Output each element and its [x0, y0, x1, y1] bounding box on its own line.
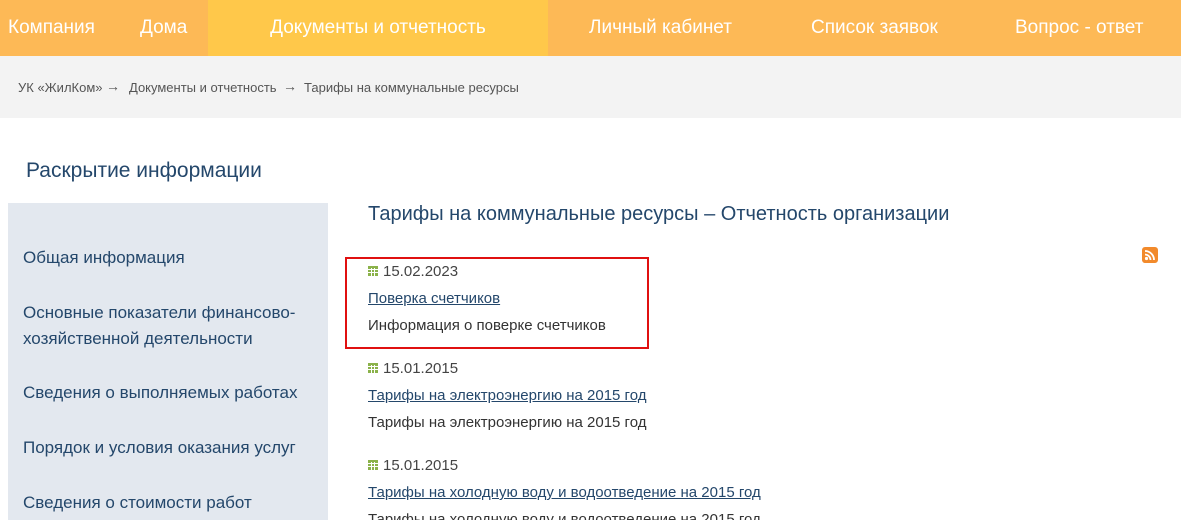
news-title-link[interactable]: Тарифы на холодную воду и водоотведение … — [368, 484, 761, 501]
sidebar-item-financial[interactable]: Основные показатели финансово-хозяйствен… — [23, 300, 315, 352]
news-date: 15.01.2015 — [368, 360, 458, 377]
sidebar-item-works[interactable]: Сведения о выполняемых работах — [23, 380, 313, 406]
breadcrumb-separator: → — [106, 78, 120, 94]
sidebar-item-services[interactable]: Порядок и условия оказания услуг — [23, 435, 313, 461]
sidebar-item-general[interactable]: Общая информация — [23, 245, 313, 271]
news-description: Тарифы на электроэнергию на 2015 год — [368, 414, 647, 431]
news-date-text: 15.02.2023 — [383, 263, 459, 280]
nav-item-houses[interactable]: Дома — [140, 0, 187, 56]
page-title: Тарифы на коммунальные ресурсы – Отчетно… — [368, 203, 950, 225]
top-navigation: Компания Дома Документы и отчетность Лич… — [0, 0, 1181, 56]
calendar-icon — [368, 363, 378, 373]
news-title-link[interactable]: Тарифы на электроэнергию на 2015 год — [368, 387, 646, 404]
breadcrumb-current: Тарифы на коммунальные ресурсы — [304, 80, 519, 95]
calendar-icon — [368, 266, 378, 276]
rss-icon[interactable] — [1142, 247, 1158, 263]
nav-item-requests[interactable]: Список заявок — [811, 0, 938, 56]
nav-item-account[interactable]: Личный кабинет — [589, 0, 732, 56]
news-description: Тарифы на холодную воду и водоотведение … — [368, 511, 761, 520]
nav-item-company[interactable]: Компания — [8, 0, 95, 56]
nav-item-documents[interactable]: Документы и отчетность — [208, 0, 548, 56]
news-title-link[interactable]: Поверка счетчиков — [368, 290, 500, 307]
nav-item-faq[interactable]: Вопрос - ответ — [1015, 0, 1143, 56]
sidebar-item-cost[interactable]: Сведения о стоимости работ — [23, 490, 313, 516]
news-date: 15.01.2015 — [368, 457, 458, 474]
breadcrumb: УК «ЖилКом» → Документы и отчетность → Т… — [0, 56, 1181, 118]
calendar-icon — [368, 460, 378, 470]
news-date: 15.02.2023 — [368, 263, 458, 280]
sidebar: Общая информация Основные показатели фин… — [8, 203, 328, 520]
breadcrumb-home-link[interactable]: УК «ЖилКом» — [18, 80, 103, 95]
sidebar-title: Раскрытие информации — [26, 159, 262, 182]
news-description: Информация о поверке счетчиков — [368, 317, 606, 334]
breadcrumb-separator: → — [283, 78, 297, 94]
news-date-text: 15.01.2015 — [383, 457, 459, 474]
news-date-text: 15.01.2015 — [383, 360, 459, 377]
breadcrumb-documents-link[interactable]: Документы и отчетность — [129, 80, 277, 95]
